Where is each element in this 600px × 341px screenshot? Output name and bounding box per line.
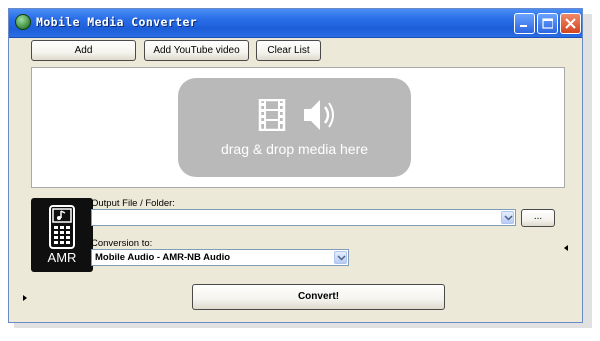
format-preview-icon: AMR <box>31 198 93 272</box>
add-youtube-video-button[interactable]: Add YouTube video <box>144 40 249 61</box>
format-badge: AMR <box>47 250 77 265</box>
maximize-icon <box>542 18 553 29</box>
title-bar[interactable]: Mobile Media Converter <box>9 9 582 38</box>
drop-hint-text: drag & drop media here <box>220 141 369 157</box>
media-drop-zone[interactable]: drag & drop media here <box>31 67 565 188</box>
clear-list-button[interactable]: Clear List <box>256 40 321 61</box>
minimize-icon <box>520 25 527 27</box>
conversion-label: Conversion to: <box>91 238 153 249</box>
add-button[interactable]: Add <box>31 40 136 61</box>
browse-output-button[interactable]: ... <box>521 209 555 227</box>
output-folder-dropdown-button[interactable] <box>501 211 514 224</box>
output-folder-label: Output File / Folder: <box>91 198 175 209</box>
close-button[interactable] <box>560 13 581 34</box>
conversion-dropdown-button[interactable] <box>334 251 347 264</box>
chevron-down-icon <box>504 215 513 221</box>
window-title: Mobile Media Converter <box>36 15 198 29</box>
mobile-phone-icon <box>49 205 75 249</box>
drop-hint-box: drag & drop media here <box>178 78 411 177</box>
minimize-button[interactable] <box>514 13 535 34</box>
conversion-selected-value: Mobile Audio - AMR-NB Audio <box>95 252 231 263</box>
film-strip-icon <box>258 99 286 131</box>
collapse-arrow-icon[interactable] <box>564 245 568 251</box>
expand-arrow-icon[interactable] <box>23 295 27 301</box>
chevron-down-icon <box>337 255 346 261</box>
app-icon[interactable] <box>15 14 31 30</box>
convert-button[interactable]: Convert! <box>192 284 445 310</box>
main-window: Mobile Media Converter Add Add YouTube v… <box>8 8 583 323</box>
output-folder-combo[interactable] <box>91 209 516 226</box>
speaker-icon <box>304 100 334 130</box>
close-icon <box>565 18 576 29</box>
conversion-select[interactable]: Mobile Audio - AMR-NB Audio <box>91 249 349 266</box>
maximize-button[interactable] <box>537 13 558 34</box>
